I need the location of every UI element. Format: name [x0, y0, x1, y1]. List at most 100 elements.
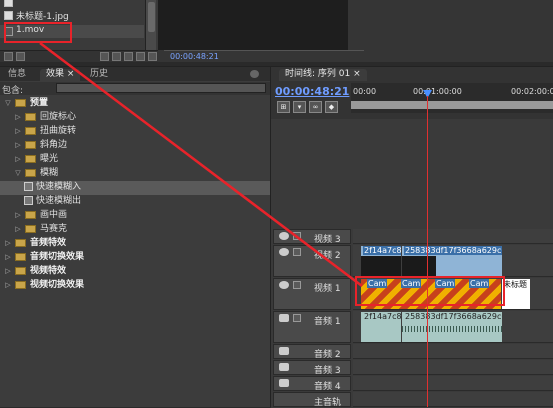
tab-effects[interactable]: 效果 × — [40, 69, 81, 81]
work-area-bar[interactable] — [351, 101, 553, 109]
effect-item[interactable]: 快速模糊出 — [0, 195, 270, 209]
track-header-master[interactable]: 主音轨 — [273, 392, 351, 408]
snap-icon[interactable]: ⊞ — [277, 101, 290, 113]
chevron-right-icon[interactable]: ▷ — [4, 253, 12, 261]
project-item[interactable] — [0, 0, 144, 9]
effect-folder[interactable]: ▽ 预置 — [0, 97, 270, 111]
timeline-timecode[interactable]: 00:00:48:21 — [275, 85, 349, 98]
chevron-right-icon[interactable]: ▷ — [14, 113, 22, 121]
tree-item-label: 音频切换效果 — [30, 252, 85, 262]
annotation-box-source — [4, 22, 72, 43]
effect-folder[interactable]: ▷ 马赛克 — [0, 223, 270, 237]
lock-icon[interactable] — [293, 281, 301, 289]
time-ruler[interactable]: 00:00 00:01:00:00 00:02:00:00 — [351, 83, 553, 113]
tracks-area: 视频 3 视频 2 2f14a7c8a 258383df17f3668a629c… — [271, 119, 553, 408]
video-clip[interactable]: 2f14a7c8a — [361, 246, 401, 276]
search-input[interactable] — [56, 83, 266, 93]
chevron-right-icon[interactable]: ▷ — [4, 239, 12, 247]
track-video3[interactable] — [353, 229, 553, 244]
folder-icon — [25, 168, 36, 177]
keyframe-icon[interactable]: ◆ — [325, 101, 338, 113]
link-icon[interactable]: ∞ — [309, 101, 322, 113]
monitor-timecode[interactable]: 00:00:48:21 — [170, 52, 219, 61]
ruler-label: 00:02:00:00 — [511, 87, 553, 96]
speaker-icon[interactable] — [279, 379, 289, 387]
track-header-video2[interactable]: 视频 2 — [273, 245, 351, 277]
project-scrollbar[interactable] — [145, 0, 156, 50]
lock-icon[interactable] — [293, 232, 301, 240]
chevron-down-icon[interactable]: ▽ — [4, 99, 12, 107]
automate-icon[interactable] — [100, 52, 109, 61]
track-audio4[interactable] — [353, 376, 553, 391]
timeline-panel: 时间线: 序列 01 × 00:00:48:21 00:00 00:01:00:… — [270, 66, 553, 408]
chevron-right-icon[interactable]: ▷ — [14, 141, 22, 149]
project-item[interactable]: 未标题-1.jpg — [0, 9, 144, 22]
track-header-video3[interactable]: 视频 3 — [273, 229, 351, 245]
track-audio3[interactable] — [353, 360, 553, 375]
tab-info[interactable]: 信息 — [2, 69, 32, 81]
panel-menu-icon[interactable] — [250, 70, 259, 78]
title-clip[interactable]: 未标题 — [502, 279, 530, 309]
find-icon[interactable] — [112, 52, 121, 61]
new-item-icon[interactable] — [136, 52, 145, 61]
effect-folder[interactable]: ▽ 模糊 — [0, 167, 270, 181]
folder-icon — [25, 154, 36, 163]
lock-icon[interactable] — [293, 248, 301, 256]
tree-item-label: 斜角边 — [40, 140, 68, 150]
effect-folder[interactable]: ▷ 视频特效 — [0, 265, 270, 279]
audio-clip[interactable]: 258383df17f3668a629c01fc — [402, 312, 502, 342]
tab-history[interactable]: 历史 — [84, 69, 114, 81]
effect-folder[interactable]: ▷ 视频切换效果 — [0, 279, 270, 293]
tree-item-label: 音频特效 — [30, 238, 67, 248]
new-bin-icon[interactable] — [124, 52, 133, 61]
eye-icon[interactable] — [279, 232, 289, 240]
track-header-audio3[interactable]: 音频 3 — [273, 360, 351, 376]
icon-view-icon[interactable] — [16, 52, 25, 61]
effect-folder[interactable]: ▷ 回旋标心 — [0, 111, 270, 125]
tree-item-label: 预置 — [30, 98, 49, 108]
effect-icon — [24, 196, 33, 205]
chevron-right-icon[interactable]: ▷ — [4, 267, 12, 275]
effect-folder[interactable]: ▷ 音频特效 — [0, 237, 270, 251]
chevron-down-icon[interactable]: ▽ — [14, 169, 22, 177]
speaker-icon[interactable] — [279, 363, 289, 371]
chevron-right-icon[interactable]: ▷ — [14, 211, 22, 219]
close-icon[interactable]: × — [353, 69, 361, 79]
audio-clip[interactable]: 2f14a7c8a — [361, 312, 401, 342]
list-view-icon[interactable] — [4, 52, 13, 61]
track-header-audio2[interactable]: 音频 2 — [273, 344, 351, 360]
marker-icon[interactable]: ▾ — [293, 101, 306, 113]
track-video2[interactable]: 2f14a7c8a 258383df17f3668a629c01fc — [353, 245, 553, 277]
effect-folder[interactable]: ▷ 扭曲旋转 — [0, 125, 270, 139]
track-header-video1[interactable]: 视频 1 — [273, 278, 351, 310]
eye-icon[interactable] — [279, 248, 289, 256]
track-header-audio1[interactable]: 音频 1 — [273, 311, 351, 343]
tree-item-label: 快速模糊出 — [36, 196, 82, 206]
track-master[interactable] — [353, 392, 553, 407]
chevron-right-icon[interactable]: ▷ — [4, 281, 12, 289]
tab-timeline[interactable]: 时间线: 序列 01 × — [279, 69, 367, 81]
speaker-icon[interactable] — [279, 347, 289, 355]
track-audio2[interactable] — [353, 344, 553, 359]
chevron-right-icon[interactable]: ▷ — [14, 127, 22, 135]
chevron-right-icon[interactable]: ▷ — [14, 155, 22, 163]
effect-folder[interactable]: ▷ 画中画 — [0, 209, 270, 223]
effects-tabs: 信息 效果 × 历史 — [0, 67, 270, 81]
effect-folder[interactable]: ▷ 音频切换效果 — [0, 251, 270, 265]
effect-icon — [24, 182, 33, 191]
video-clip[interactable]: 258383df17f3668a629c01fc — [402, 246, 502, 276]
lock-icon[interactable] — [293, 314, 301, 322]
effect-item[interactable]: 快速模糊入 — [0, 181, 270, 195]
image-file-icon — [4, 11, 13, 20]
delete-icon[interactable] — [148, 52, 157, 61]
folder-icon — [25, 224, 36, 233]
track-header-audio4[interactable]: 音频 4 — [273, 376, 351, 392]
chevron-right-icon[interactable]: ▷ — [14, 225, 22, 233]
effect-folder[interactable]: ▷ 曝光 — [0, 153, 270, 167]
speaker-icon[interactable] — [279, 314, 289, 322]
eye-icon[interactable] — [279, 281, 289, 289]
effect-folder[interactable]: ▷ 斜角边 — [0, 139, 270, 153]
close-icon[interactable]: × — [67, 69, 75, 79]
tree-item-label: 视频切换效果 — [30, 280, 85, 290]
track-audio1[interactable]: 2f14a7c8a 258383df17f3668a629c01fc — [353, 311, 553, 343]
